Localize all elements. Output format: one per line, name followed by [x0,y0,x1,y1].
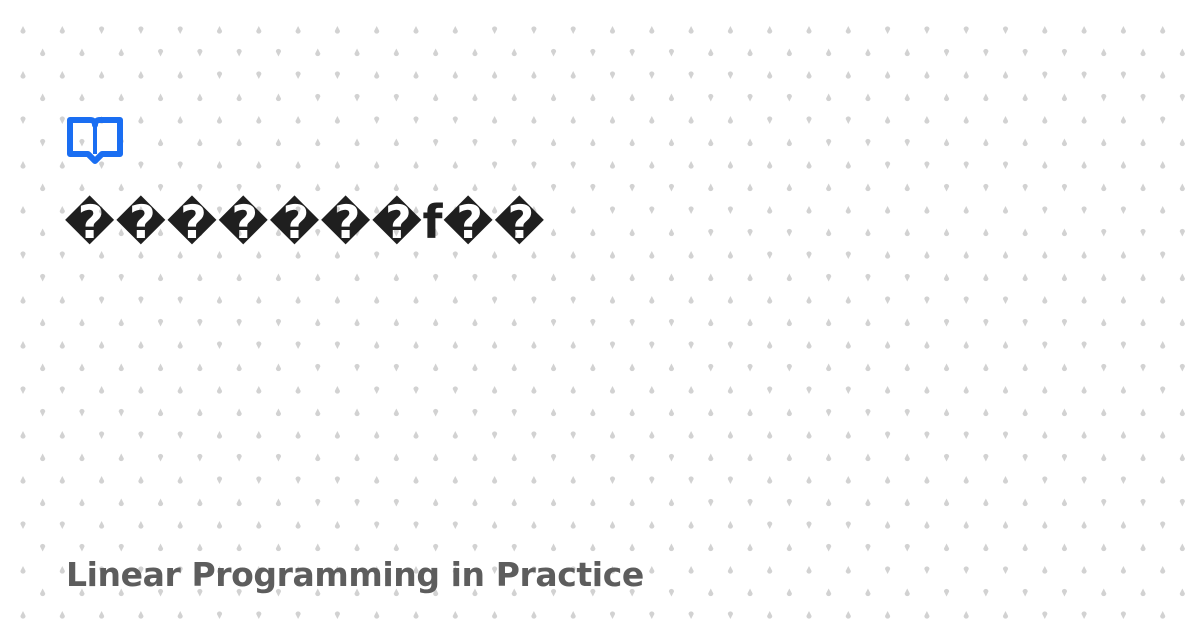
page-title: �������f�� [64,195,545,249]
share-card: �������f�� Linear Programming in Practic… [0,0,1200,630]
page-subtitle: Linear Programming in Practice [66,555,644,594]
open-book-icon [67,117,123,164]
